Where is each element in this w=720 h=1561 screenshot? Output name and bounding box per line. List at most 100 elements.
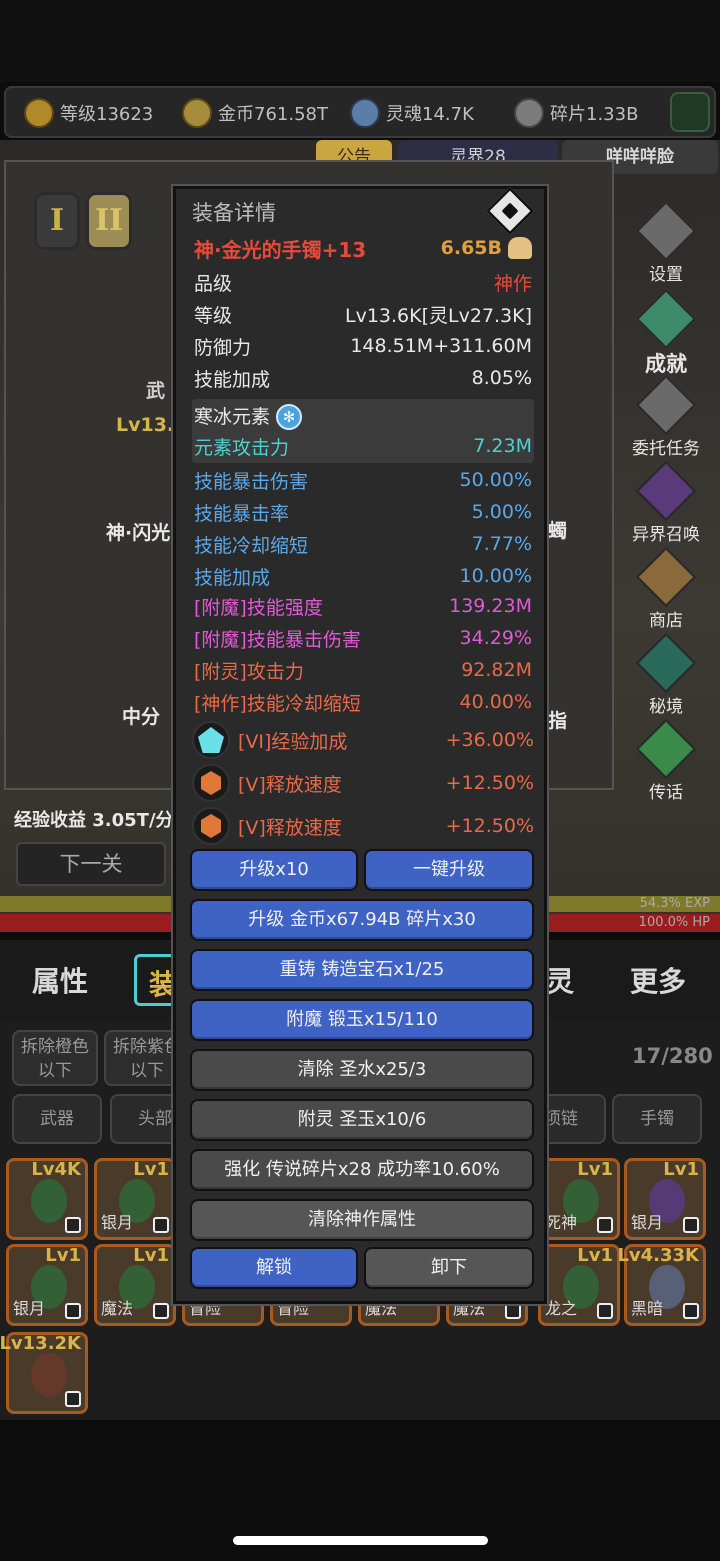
orange-gem-icon [192,764,230,802]
next-stage-button[interactable]: 下一关 [16,842,166,886]
upgrade-x10-button[interactable]: 升级x10 [190,849,358,891]
fragment-icon [514,98,544,128]
weapon-level: Lv13. [116,414,175,436]
bag-icon [635,546,697,608]
scroll-icon [635,374,697,436]
affix-row: 技能暴击率 5.00% [194,501,532,525]
home-indicator[interactable] [233,1536,488,1545]
lock-icon [65,1391,81,1407]
gear-icon [635,200,697,262]
summon-button[interactable]: 异界召唤 [616,460,716,550]
page-tab-1[interactable]: I [34,192,80,250]
crown-icon [24,98,54,128]
side-text-2: 指 [548,710,568,732]
inventory-item[interactable]: Lv4K [6,1158,88,1240]
snowflake-icon: ✻ [276,404,303,431]
inventory-item[interactable]: Lv4.33K 黑暗 [617,1244,706,1326]
inventory-item[interactable]: Lv1 银月 [624,1158,706,1240]
filter-weapon[interactable]: 武器 [12,1094,102,1144]
secret-realm-button[interactable]: 秘境 [616,632,716,722]
unlock-button[interactable]: 解锁 [190,1247,358,1289]
inventory-item[interactable]: Lv1 魔法 [94,1244,176,1326]
inventory-item[interactable]: Lv13.2K [0,1332,88,1414]
exp-income: 经验收益 3.05T/分 [14,810,174,831]
spirit-button[interactable]: 附灵 圣玉x10/6 [190,1099,534,1141]
tab-more[interactable]: 更多 [630,960,686,1000]
level-resource: 等级13623 [24,98,153,128]
item-header: 神·金光的手镯+13 6.65B [194,233,532,263]
shop-button[interactable]: 商店 [616,546,716,636]
stat-row: 技能加成 8.05% [194,367,532,391]
star-icon [635,288,697,350]
dismantle-orange-button[interactable]: 拆除橙色以下 [12,1030,98,1086]
enchant-row: [附魔]技能暴击伤害 34.29% [194,627,532,651]
inventory-item[interactable]: Lv1 死神 [538,1158,620,1240]
inventory-item[interactable]: Lv1 银月 [6,1244,88,1326]
vortex-icon [635,632,697,694]
affix-row: 技能暴击伤害 50.00% [194,469,532,493]
lock-icon [65,1217,81,1233]
element-row: 寒冰元素 ✻ [194,401,532,431]
inventory-item[interactable]: Lv1 银月 [94,1158,176,1240]
stat-row: 等级 Lv13.6K[灵Lv27.3K] [194,304,532,327]
page-tab-2[interactable]: II [86,192,132,250]
soul-resource: 灵魂14.7K [350,98,474,128]
inventory-count: 17/280 [632,1044,713,1068]
modal-title: 装备详情 [192,201,276,225]
weapon-label: 武 [146,380,166,402]
combat-power: 6.65B [441,237,532,259]
item-name: 神·金光的手镯+13 [194,237,367,262]
achievements-button[interactable]: 成就 [616,288,716,378]
stat-row: 防御力 148.51M+311.60M [194,335,532,359]
portal-icon [635,460,697,522]
quests-button[interactable]: 委托任务 [616,374,716,464]
status-area [0,0,720,82]
weapon-name: 神·闪光 [106,522,171,544]
coin-icon [182,98,212,128]
gem-row: [V]释放速度 +12.50% [192,805,534,847]
lock-icon [683,1217,699,1233]
lock-icon [597,1303,613,1319]
lock-icon[interactable] [485,186,535,236]
muscle-icon [508,237,532,259]
tab-spirit[interactable]: 灵 [546,960,574,1000]
settings-button[interactable]: 设置 [616,200,716,290]
soul-icon [350,98,380,128]
item-icon [31,1179,67,1223]
clear-button[interactable]: 清除 圣水x25/3 [190,1049,534,1091]
upgrade-all-button[interactable]: 一键升级 [364,849,534,891]
enchant-button[interactable]: 附魔 锻玉x15/110 [190,999,534,1041]
equipment-detail-modal: 装备详情 神·金光的手镯+13 6.65B 品级 神作 等级 Lv13.6K[灵Lv… [173,186,547,1304]
lock-icon [683,1303,699,1319]
upgrade-button[interactable]: 升级 金币x67.94B 碎片x30 [190,899,534,941]
filter-bracelet[interactable]: 手镯 [612,1094,702,1144]
item-icon [31,1353,67,1397]
message-button[interactable]: 传话 [616,718,716,808]
horn-icon [635,718,697,780]
fragment-resource: 碎片1.33B [514,98,638,128]
lock-icon [505,1303,521,1319]
score-label: 中分 [122,706,161,728]
gem-row: [VI]经验加成 +36.00% [192,719,534,761]
inventory-item[interactable]: Lv1 龙之 [538,1244,620,1326]
unequip-button[interactable]: 卸下 [364,1247,534,1289]
affix-row: 技能加成 10.00% [194,565,532,589]
tab-attributes[interactable]: 属性 [32,960,88,1000]
strengthen-button[interactable]: 强化 传说碎片x28 成功率10.60% [190,1149,534,1191]
orange-gem-icon [192,807,230,845]
lock-icon [65,1303,81,1319]
stat-row: 品级 神作 [194,272,532,295]
spirit-row: [附灵]攻击力 92.82M [194,659,532,683]
divine-row: [神作]技能冷却缩短 40.00% [194,691,532,715]
affix-row: 技能冷却缩短 7.77% [194,533,532,557]
signal-button[interactable] [670,92,710,132]
reforge-button[interactable]: 重铸 铸造宝石x1/25 [190,949,534,991]
lock-icon [153,1217,169,1233]
resource-bar: 等级13623 金币761.58T 灵魂14.7K 碎片1.33B [4,86,716,138]
cyan-gem-icon [192,721,230,759]
lock-icon [597,1217,613,1233]
clear-divine-button[interactable]: 清除神作属性 [190,1199,534,1241]
coin-resource: 金币761.58T [182,98,328,128]
element-attack-row: 元素攻击力 7.23M [194,435,532,459]
gem-row: [V]释放速度 +12.50% [192,762,534,804]
